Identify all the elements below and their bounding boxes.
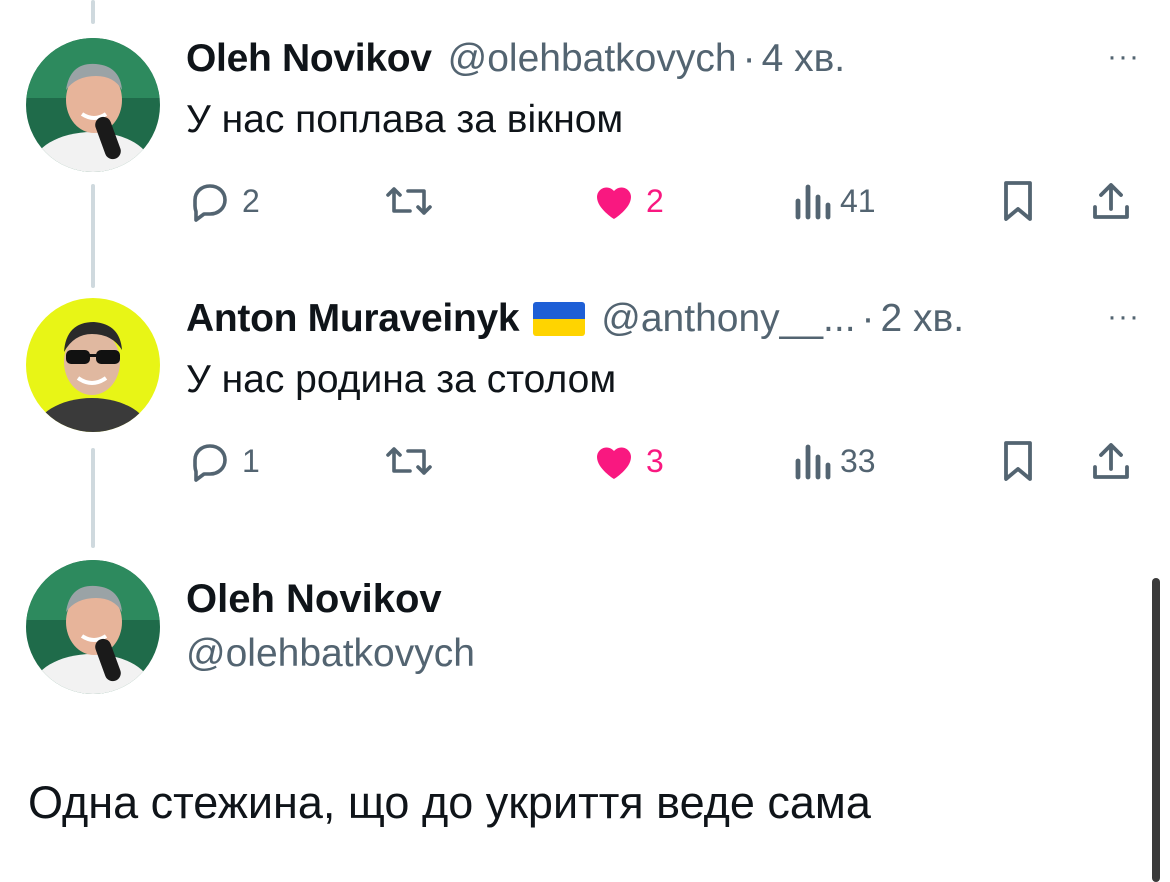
tweet-2-actions: 1 3 33 — [186, 436, 1146, 486]
retweet-button[interactable] — [382, 436, 436, 486]
reply-count: 2 — [242, 182, 260, 219]
author-handle[interactable]: @olehbatkovych — [448, 37, 737, 81]
views-icon — [792, 177, 832, 225]
tweet-text: У нас поплава за вікном — [186, 98, 624, 141]
separator-dot: · — [742, 37, 756, 80]
reply-count: 1 — [242, 442, 260, 479]
reply-button[interactable]: 2 — [186, 176, 260, 226]
avatar-anton[interactable] — [26, 298, 160, 432]
avatar-oleh[interactable] — [26, 38, 160, 172]
like-button[interactable]: 3 — [590, 436, 664, 486]
bookmark-icon — [998, 437, 1038, 485]
author-name[interactable]: Oleh Novikov — [186, 37, 432, 81]
avatar-oleh-focus[interactable] — [26, 560, 160, 694]
share-icon — [1088, 177, 1134, 225]
views-count: 33 — [840, 442, 876, 479]
retweet-button[interactable] — [382, 176, 436, 226]
focus-author-handle[interactable]: @olehbatkovych — [186, 632, 475, 676]
heart-icon — [590, 437, 638, 485]
timestamp[interactable]: 2 хв. — [881, 297, 965, 341]
thread-line-1 — [91, 184, 95, 288]
thread-line-2 — [91, 448, 95, 548]
retweet-icon — [382, 437, 436, 485]
bookmark-icon — [998, 177, 1038, 225]
views-button[interactable]: 41 — [792, 176, 876, 226]
share-icon — [1088, 437, 1134, 485]
like-count: 2 — [646, 182, 664, 219]
bookmark-button[interactable] — [998, 436, 1038, 486]
reply-icon — [186, 437, 234, 485]
focus-tweet-text: Одна стежина, що до укриття веде сама — [28, 777, 871, 828]
more-options-button[interactable]: ··· — [1107, 40, 1140, 74]
share-button[interactable] — [1088, 176, 1134, 226]
thread-line-top — [91, 0, 95, 24]
more-options-button[interactable]: ··· — [1107, 300, 1140, 334]
reply-button[interactable]: 1 — [186, 436, 260, 486]
like-count: 3 — [646, 442, 664, 479]
focus-author-name[interactable]: Oleh Novikov — [186, 577, 442, 622]
tweet-1-header: Oleh Novikov @olehbatkovych · 4 хв. — [186, 37, 1170, 81]
tweet-2-header: Anton Muraveinyk @anthony__... · 2 хв. — [186, 297, 1170, 341]
author-name[interactable]: Anton Muraveinyk — [186, 297, 520, 341]
reply-icon — [186, 177, 234, 225]
tweet-1-actions: 2 2 41 — [186, 176, 1146, 226]
share-button[interactable] — [1088, 436, 1134, 486]
heart-icon — [590, 177, 638, 225]
like-button[interactable]: 2 — [590, 176, 664, 226]
ua-flag-icon — [533, 302, 586, 336]
separator-dot: · — [861, 297, 875, 340]
views-count: 41 — [840, 182, 876, 219]
timestamp[interactable]: 4 хв. — [762, 37, 846, 81]
tweet-text: У нас родина за столом — [186, 358, 617, 401]
retweet-icon — [382, 177, 436, 225]
bookmark-button[interactable] — [998, 176, 1038, 226]
scrollbar[interactable] — [1152, 578, 1160, 882]
author-handle[interactable]: @anthony__... — [601, 297, 855, 341]
views-icon — [792, 437, 832, 485]
views-button[interactable]: 33 — [792, 436, 876, 486]
